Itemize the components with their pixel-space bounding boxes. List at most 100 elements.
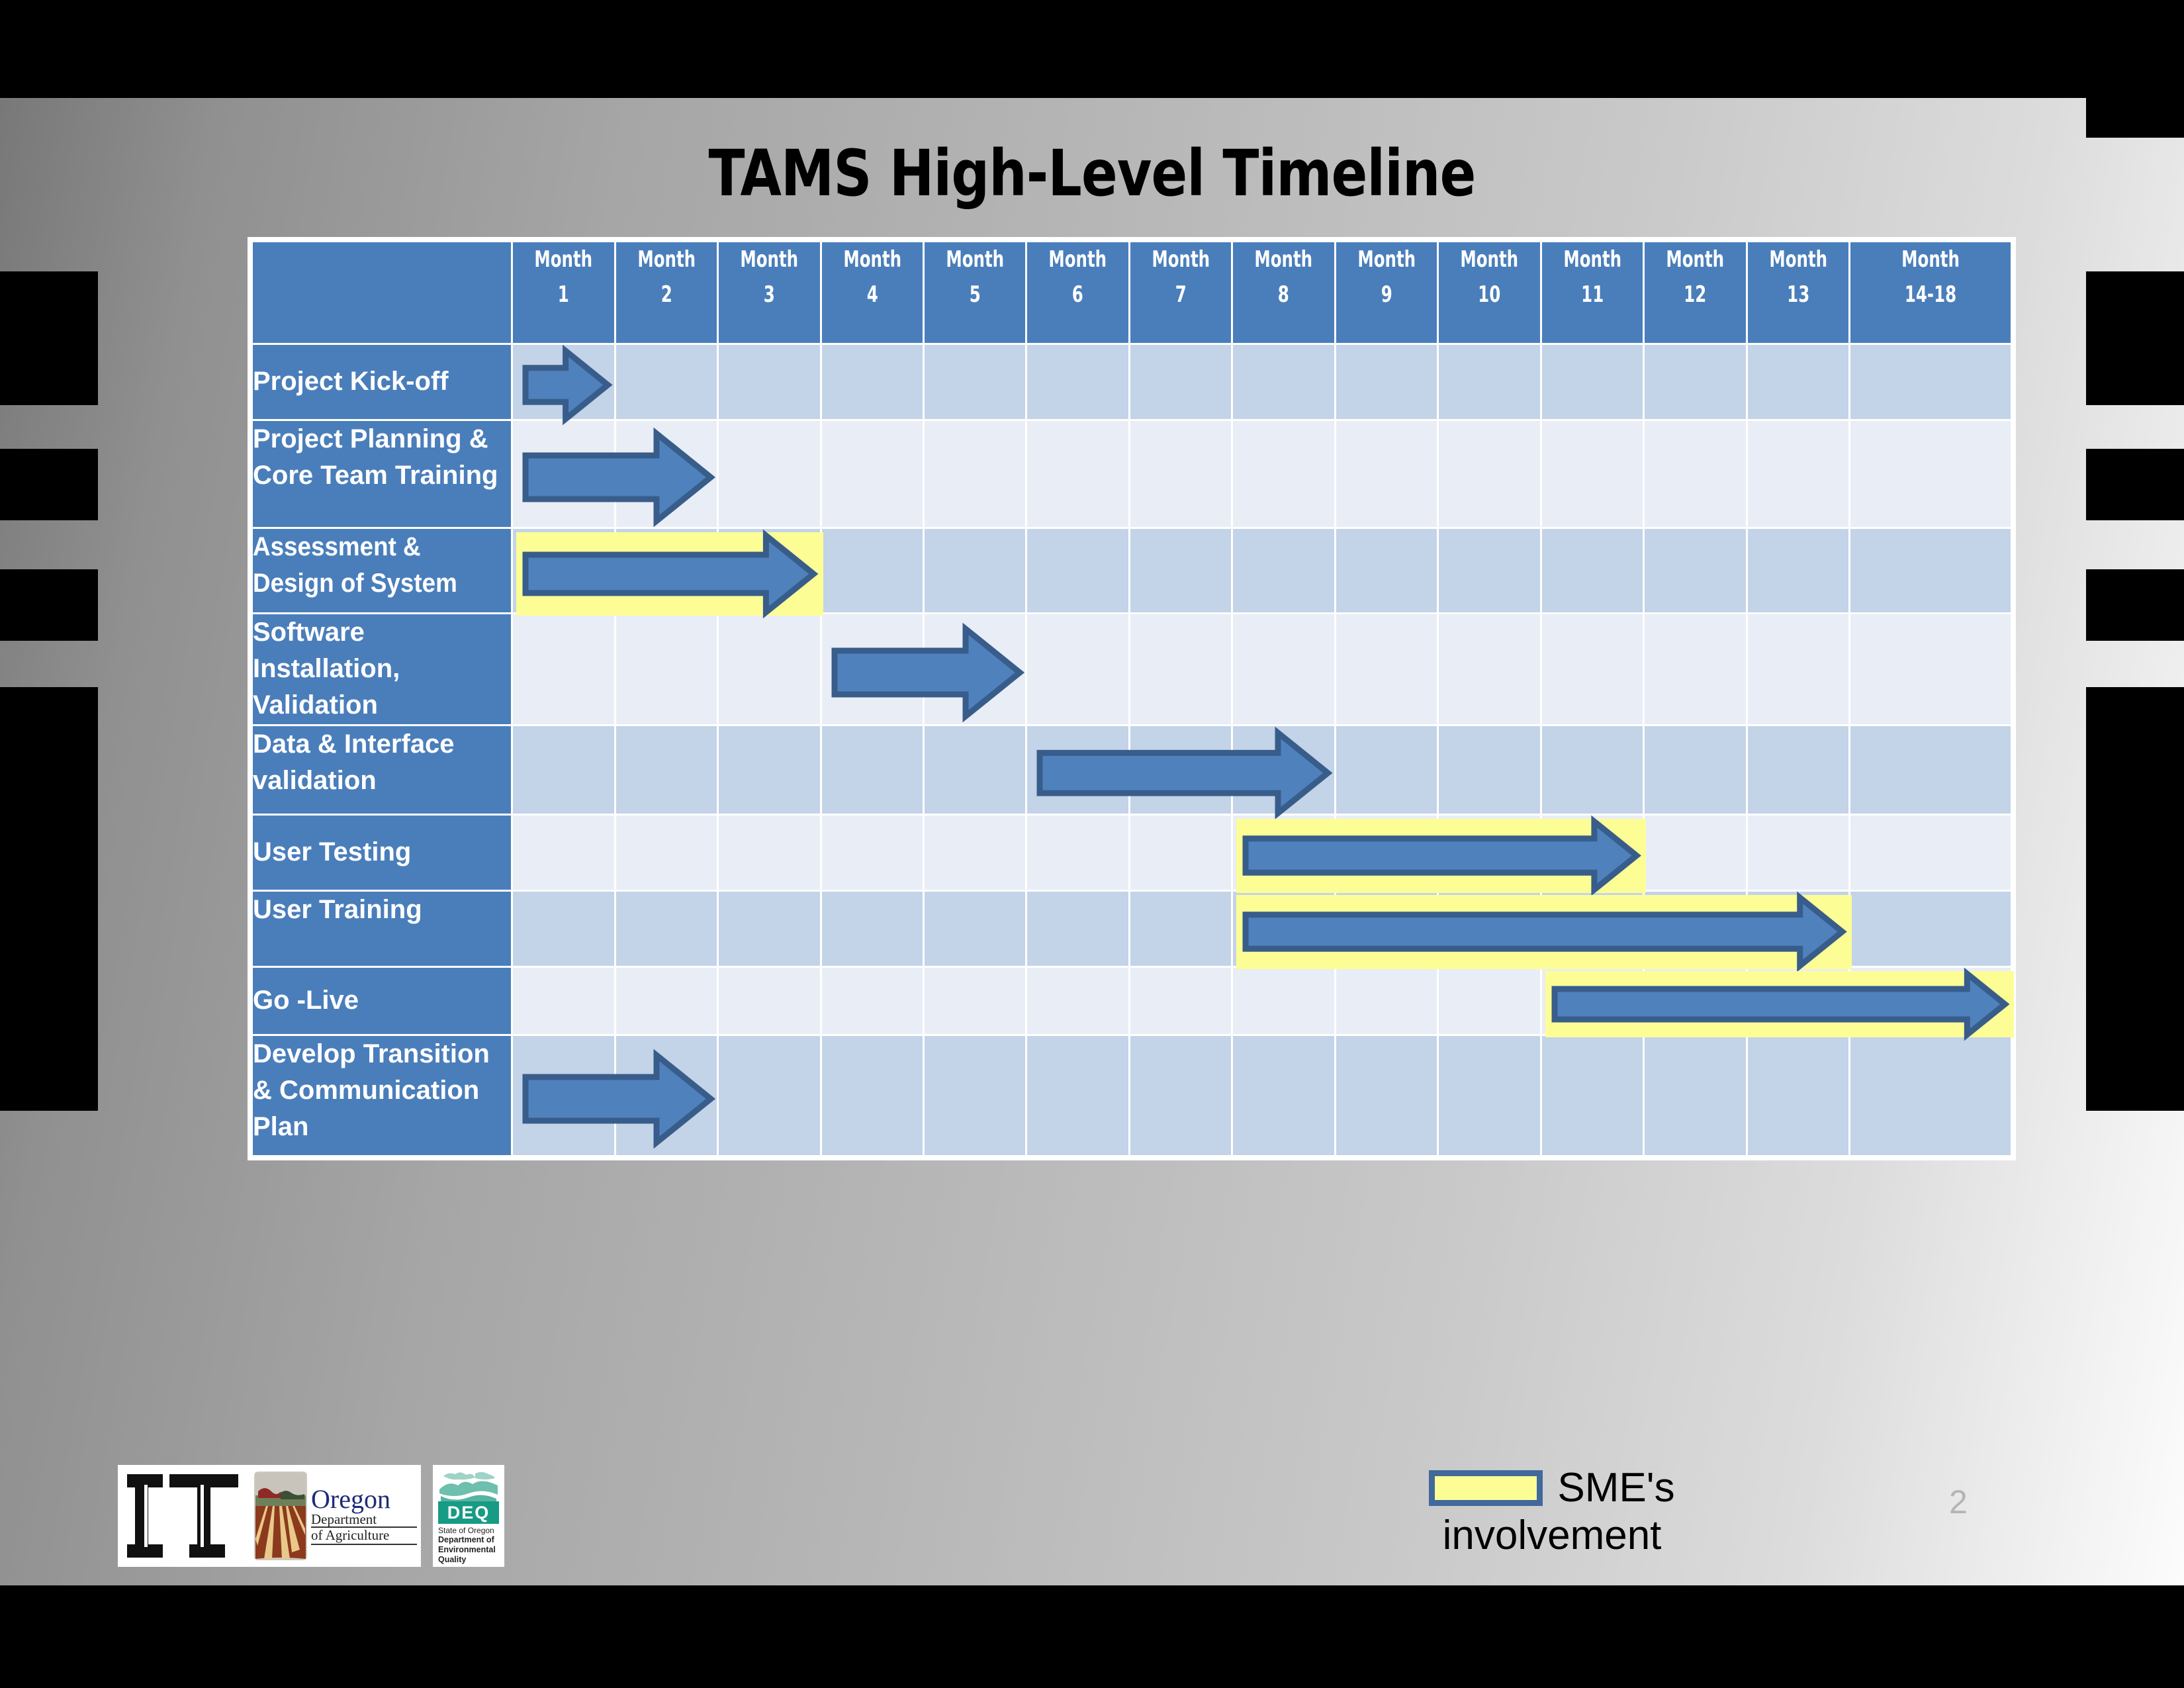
- letterbox-left-strip-2: [0, 449, 98, 520]
- cell-r0-m10: [1439, 345, 1540, 419]
- header-month-6: Month 6: [1027, 242, 1128, 343]
- deq-caption-line-2: Department of: [438, 1535, 494, 1545]
- cell-r3-m9: [1336, 614, 1437, 724]
- header-month-9-top: Month: [1357, 246, 1416, 273]
- cell-r8-m11: [1541, 1035, 1643, 1155]
- cell-r5-m8: [1233, 815, 1334, 890]
- row-label-assessment-design: Assessment & Design of System: [253, 529, 512, 612]
- letterbox-right-strip-1: [2086, 271, 2184, 405]
- header-month-10-bottom: 10: [1478, 281, 1501, 308]
- legend-sme-swatch: [1429, 1470, 1543, 1506]
- header-month-4-top: Month: [842, 246, 901, 273]
- letterbox-right-strip-0: [2086, 98, 2184, 138]
- agency-logos: Oregon Department of Agriculture DEQ Sta…: [118, 1465, 504, 1567]
- row-label-develop-transition: Develop Transition & Communication Plan: [253, 1035, 512, 1155]
- cell-r3-m8: [1233, 614, 1334, 724]
- odot-logo: [118, 1465, 248, 1567]
- table-row: User Training: [253, 891, 2011, 966]
- cell-r4-m2: [615, 726, 717, 814]
- cell-r5-m2: [615, 815, 717, 890]
- header-month-14-18-top: Month: [1901, 246, 1960, 273]
- cell-r1-m12: [1645, 421, 1746, 527]
- cell-r2-m7: [1130, 529, 1232, 612]
- row-label-software-installation: Software Installation, Validation: [253, 614, 512, 724]
- cell-r6-m13: [1747, 891, 1848, 966]
- cell-r6-m4: [821, 891, 923, 966]
- header-month-2: Month 2: [615, 242, 717, 343]
- cell-r7-m8: [1233, 967, 1334, 1034]
- cell-r0-m4: [821, 345, 923, 419]
- header-month-11-bottom: 11: [1580, 281, 1604, 308]
- header-month-7: Month 7: [1130, 242, 1232, 343]
- cell-r6-m10: [1439, 891, 1540, 966]
- table-header-row: Month 1 Month 2 Month 3 Month 4 Month 5 …: [253, 242, 2011, 343]
- cell-r5-m6: [1027, 815, 1128, 890]
- table-row: Data & Interface validation: [253, 726, 2011, 814]
- cell-r4-m11: [1541, 726, 1643, 814]
- table-row: Project Kick-off: [253, 345, 2011, 419]
- header-month-14-18-bottom: 14-18: [1904, 281, 1957, 308]
- cell-r3-m11: [1541, 614, 1643, 724]
- cell-r1-m5: [925, 421, 1026, 527]
- header-month-7-top: Month: [1152, 246, 1210, 273]
- cell-r1-m13: [1747, 421, 1848, 527]
- cell-r1-m3: [719, 421, 820, 527]
- oda-line-2: Department: [311, 1512, 417, 1528]
- deq-caption-line-3: Environmental: [438, 1545, 496, 1555]
- cell-r0-m1: [513, 345, 614, 419]
- cell-r0-m9: [1336, 345, 1437, 419]
- oda-logo: Oregon Department of Agriculture: [248, 1465, 421, 1567]
- cell-r4-m13: [1747, 726, 1848, 814]
- cell-r8-m14: [1850, 1035, 2011, 1155]
- header-month-12-bottom: 12: [1684, 281, 1707, 308]
- cell-r3-m4: [821, 614, 923, 724]
- letterbox-right-strip-4: [2086, 687, 2184, 1111]
- header-month-5: Month 5: [925, 242, 1026, 343]
- header-month-4-bottom: 4: [866, 281, 878, 308]
- cell-r7-m7: [1130, 967, 1232, 1034]
- header-month-3: Month 3: [719, 242, 820, 343]
- header-month-9-bottom: 9: [1381, 281, 1392, 308]
- cell-r0-m7: [1130, 345, 1232, 419]
- cell-r6-m6: [1027, 891, 1128, 966]
- cell-r4-m10: [1439, 726, 1540, 814]
- cell-r1-m11: [1541, 421, 1643, 527]
- header-corner-cell: [253, 242, 512, 343]
- cell-r0-m12: [1645, 345, 1746, 419]
- cell-r8-m12: [1645, 1035, 1746, 1155]
- cell-r2-m6: [1027, 529, 1128, 612]
- cell-r4-m14: [1850, 726, 2011, 814]
- cell-r2-m3: [719, 529, 820, 612]
- cell-r2-m12: [1645, 529, 1746, 612]
- deq-caption-line-1: State of Oregon: [438, 1526, 494, 1536]
- cell-r4-m8: [1233, 726, 1334, 814]
- letterbox-right-strip-2: [2086, 449, 2184, 520]
- cell-r2-m10: [1439, 529, 1540, 612]
- cell-r3-m5: [925, 614, 1026, 724]
- header-month-14-18: Month 14-18: [1850, 242, 2011, 343]
- cell-r3-m1: [513, 614, 614, 724]
- cell-r8-m8: [1233, 1035, 1334, 1155]
- cell-r5-m1: [513, 815, 614, 890]
- header-month-13-bottom: 13: [1786, 281, 1809, 308]
- legend-label-line1: SME's: [1557, 1465, 1675, 1511]
- row-label-go-live: Go -Live: [253, 967, 512, 1034]
- header-month-5-bottom: 5: [969, 281, 981, 308]
- deq-mark: DEQ: [438, 1501, 499, 1524]
- cell-r8-m3: [719, 1035, 820, 1155]
- cell-r0-m11: [1541, 345, 1643, 419]
- header-month-8: Month 8: [1233, 242, 1334, 343]
- cell-r3-m13: [1747, 614, 1848, 724]
- page-number: 2: [1949, 1483, 1968, 1521]
- cell-r8-m5: [925, 1035, 1026, 1155]
- cell-r2-m1: [513, 529, 614, 612]
- cell-r7-m1: [513, 967, 614, 1034]
- header-month-13-top: Month: [1768, 246, 1827, 273]
- slide-canvas: TAMS High-Level Timeline Month 1 Month 2…: [0, 98, 2184, 1585]
- cell-r1-m10: [1439, 421, 1540, 527]
- cell-r2-m5: [925, 529, 1026, 612]
- oda-line-3: of Agriculture: [311, 1528, 417, 1545]
- table-row: Develop Transition & Communication Plan: [253, 1035, 2011, 1155]
- cell-r1-m7: [1130, 421, 1232, 527]
- table-row: User Testing: [253, 815, 2011, 890]
